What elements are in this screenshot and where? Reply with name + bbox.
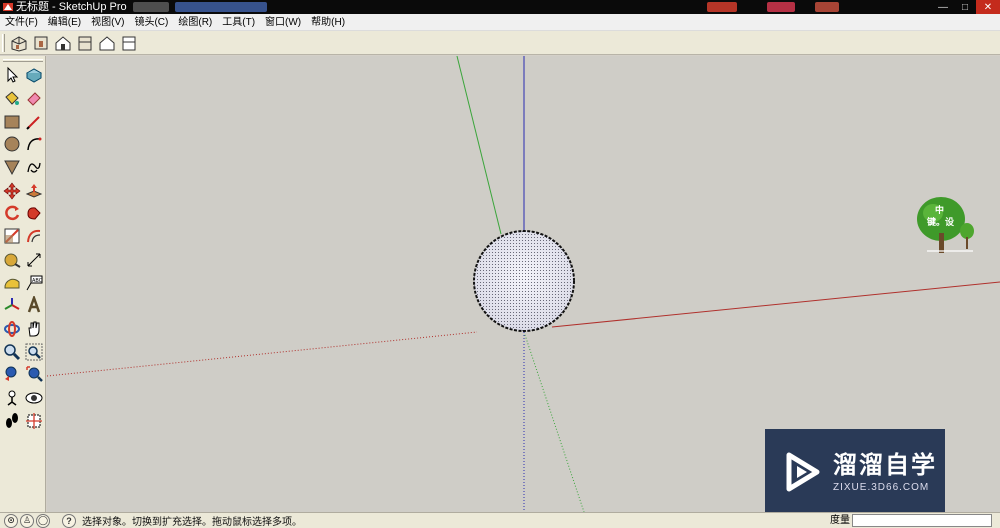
tool-grid: ABC — [0, 64, 46, 432]
title-bar: 无标题 - SketchUp Pro — □ ✕ — [0, 0, 1000, 14]
freehand-icon[interactable] — [23, 156, 45, 178]
iso-view-icon[interactable] — [8, 32, 30, 54]
taskbar-tab-blur — [174, 2, 267, 12]
watermark-overlay: 溜溜自学 ZIXUE.3D66.COM — [765, 429, 945, 515]
follow-me-icon[interactable] — [23, 202, 45, 224]
geo-location-icon[interactable]: ⊙ — [4, 513, 18, 528]
select-arrow-icon[interactable] — [1, 64, 23, 86]
move-icon[interactable] — [1, 180, 23, 202]
eraser-icon[interactable] — [23, 87, 45, 109]
maximize-button[interactable]: □ — [954, 0, 976, 14]
svg-text:ABC: ABC — [32, 278, 43, 284]
menu-view[interactable]: 视图(V) — [86, 14, 129, 31]
credits-icon[interactable]: ♙ — [20, 513, 34, 528]
tree-logo: 中 键。设 — [913, 195, 975, 255]
push-pull-icon[interactable] — [23, 180, 45, 202]
red-axis-dotted — [47, 331, 478, 377]
rectangle-icon[interactable] — [1, 111, 23, 133]
menu-edit[interactable]: 编辑(E) — [43, 14, 86, 31]
3d-text-icon[interactable] — [23, 294, 45, 316]
look-around-icon[interactable] — [23, 387, 45, 409]
menu-tools[interactable]: 工具(T) — [217, 14, 260, 31]
pencil-line-icon[interactable] — [23, 111, 45, 133]
back-view-icon[interactable] — [96, 32, 118, 54]
rotate-icon[interactable] — [1, 202, 23, 224]
sketchup-app-icon[interactable] — [2, 1, 14, 13]
menu-window[interactable]: 窗口(W) — [260, 14, 306, 31]
section-plane-icon[interactable] — [23, 410, 45, 432]
pan-hand-icon[interactable] — [23, 318, 45, 340]
window-title: 无标题 - SketchUp Pro — [16, 1, 127, 13]
zoom-previous-icon[interactable] — [1, 363, 23, 385]
play-logo-icon — [786, 452, 820, 492]
tape-measure-icon[interactable] — [1, 249, 23, 271]
left-view-icon[interactable] — [118, 32, 140, 54]
scale-icon[interactable] — [1, 225, 23, 247]
taskbar-tab-blur — [706, 2, 737, 12]
paint-bucket-icon[interactable] — [1, 87, 23, 109]
polygon-icon[interactable] — [1, 156, 23, 178]
watermark-title: 溜溜自学 — [833, 451, 937, 479]
circle-icon[interactable] — [1, 133, 23, 155]
make-component-icon[interactable] — [23, 64, 45, 86]
green-axis-dotted — [523, 331, 585, 512]
position-camera-icon[interactable] — [1, 387, 23, 409]
measurements-input[interactable] — [852, 514, 992, 527]
arc-icon[interactable] — [23, 133, 45, 155]
menu-file[interactable]: 文件(F) — [0, 14, 43, 31]
status-hint: 选择对象。切换到扩充选择。拖动鼠标选择多项。 — [82, 517, 302, 528]
zoom-icon[interactable] — [1, 341, 23, 363]
taskbar-tab-blur — [132, 2, 169, 12]
toolbar-grip[interactable] — [3, 59, 43, 62]
window-controls: — □ ✕ — [932, 0, 1000, 14]
menu-help[interactable]: 帮助(H) — [306, 14, 350, 31]
zoom-window-icon[interactable] — [23, 341, 45, 363]
menu-bar: 文件(F) 编辑(E) 视图(V) 镜头(C) 绘图(R) 工具(T) 窗口(W… — [0, 14, 1000, 31]
offset-icon[interactable] — [23, 225, 45, 247]
status-bar: ⊙ ♙ ◯ ? 选择对象。切换到扩充选择。拖动鼠标选择多项。 度量 — [0, 512, 1000, 528]
user-icon[interactable]: ◯ — [36, 513, 50, 528]
sphere-model[interactable] — [473, 230, 575, 332]
green-axis-solid — [456, 56, 502, 235]
red-axis-solid — [551, 281, 1000, 328]
protractor-icon[interactable] — [1, 272, 23, 294]
taskbar-tab-blur — [814, 2, 839, 12]
right-view-icon[interactable] — [74, 32, 96, 54]
menu-draw[interactable]: 绘图(R) — [173, 14, 217, 31]
orbit-icon[interactable] — [1, 318, 23, 340]
tree-text-line2: 键。设 — [927, 217, 955, 227]
walk-icon[interactable] — [1, 410, 23, 432]
menu-camera[interactable]: 镜头(C) — [129, 14, 173, 31]
dimension-icon[interactable] — [23, 249, 45, 271]
axes-icon[interactable] — [1, 294, 23, 316]
close-button[interactable]: ✕ — [976, 0, 1000, 14]
top-view-icon[interactable] — [30, 32, 52, 54]
measure-label: 度量 — [830, 515, 850, 526]
zoom-extents-icon[interactable] — [23, 363, 45, 385]
toolbar-grip[interactable] — [2, 33, 5, 52]
tools-toolbar: ABC — [0, 56, 46, 512]
front-view-icon[interactable] — [52, 32, 74, 54]
taskbar-tab-blur — [766, 2, 795, 12]
views-toolbar — [0, 31, 1000, 55]
watermark-url: ZIXUE.3D66.COM — [833, 481, 930, 493]
help-icon[interactable]: ? — [62, 513, 76, 528]
text-label-icon[interactable]: ABC — [23, 272, 45, 294]
minimize-button[interactable]: — — [932, 0, 954, 14]
